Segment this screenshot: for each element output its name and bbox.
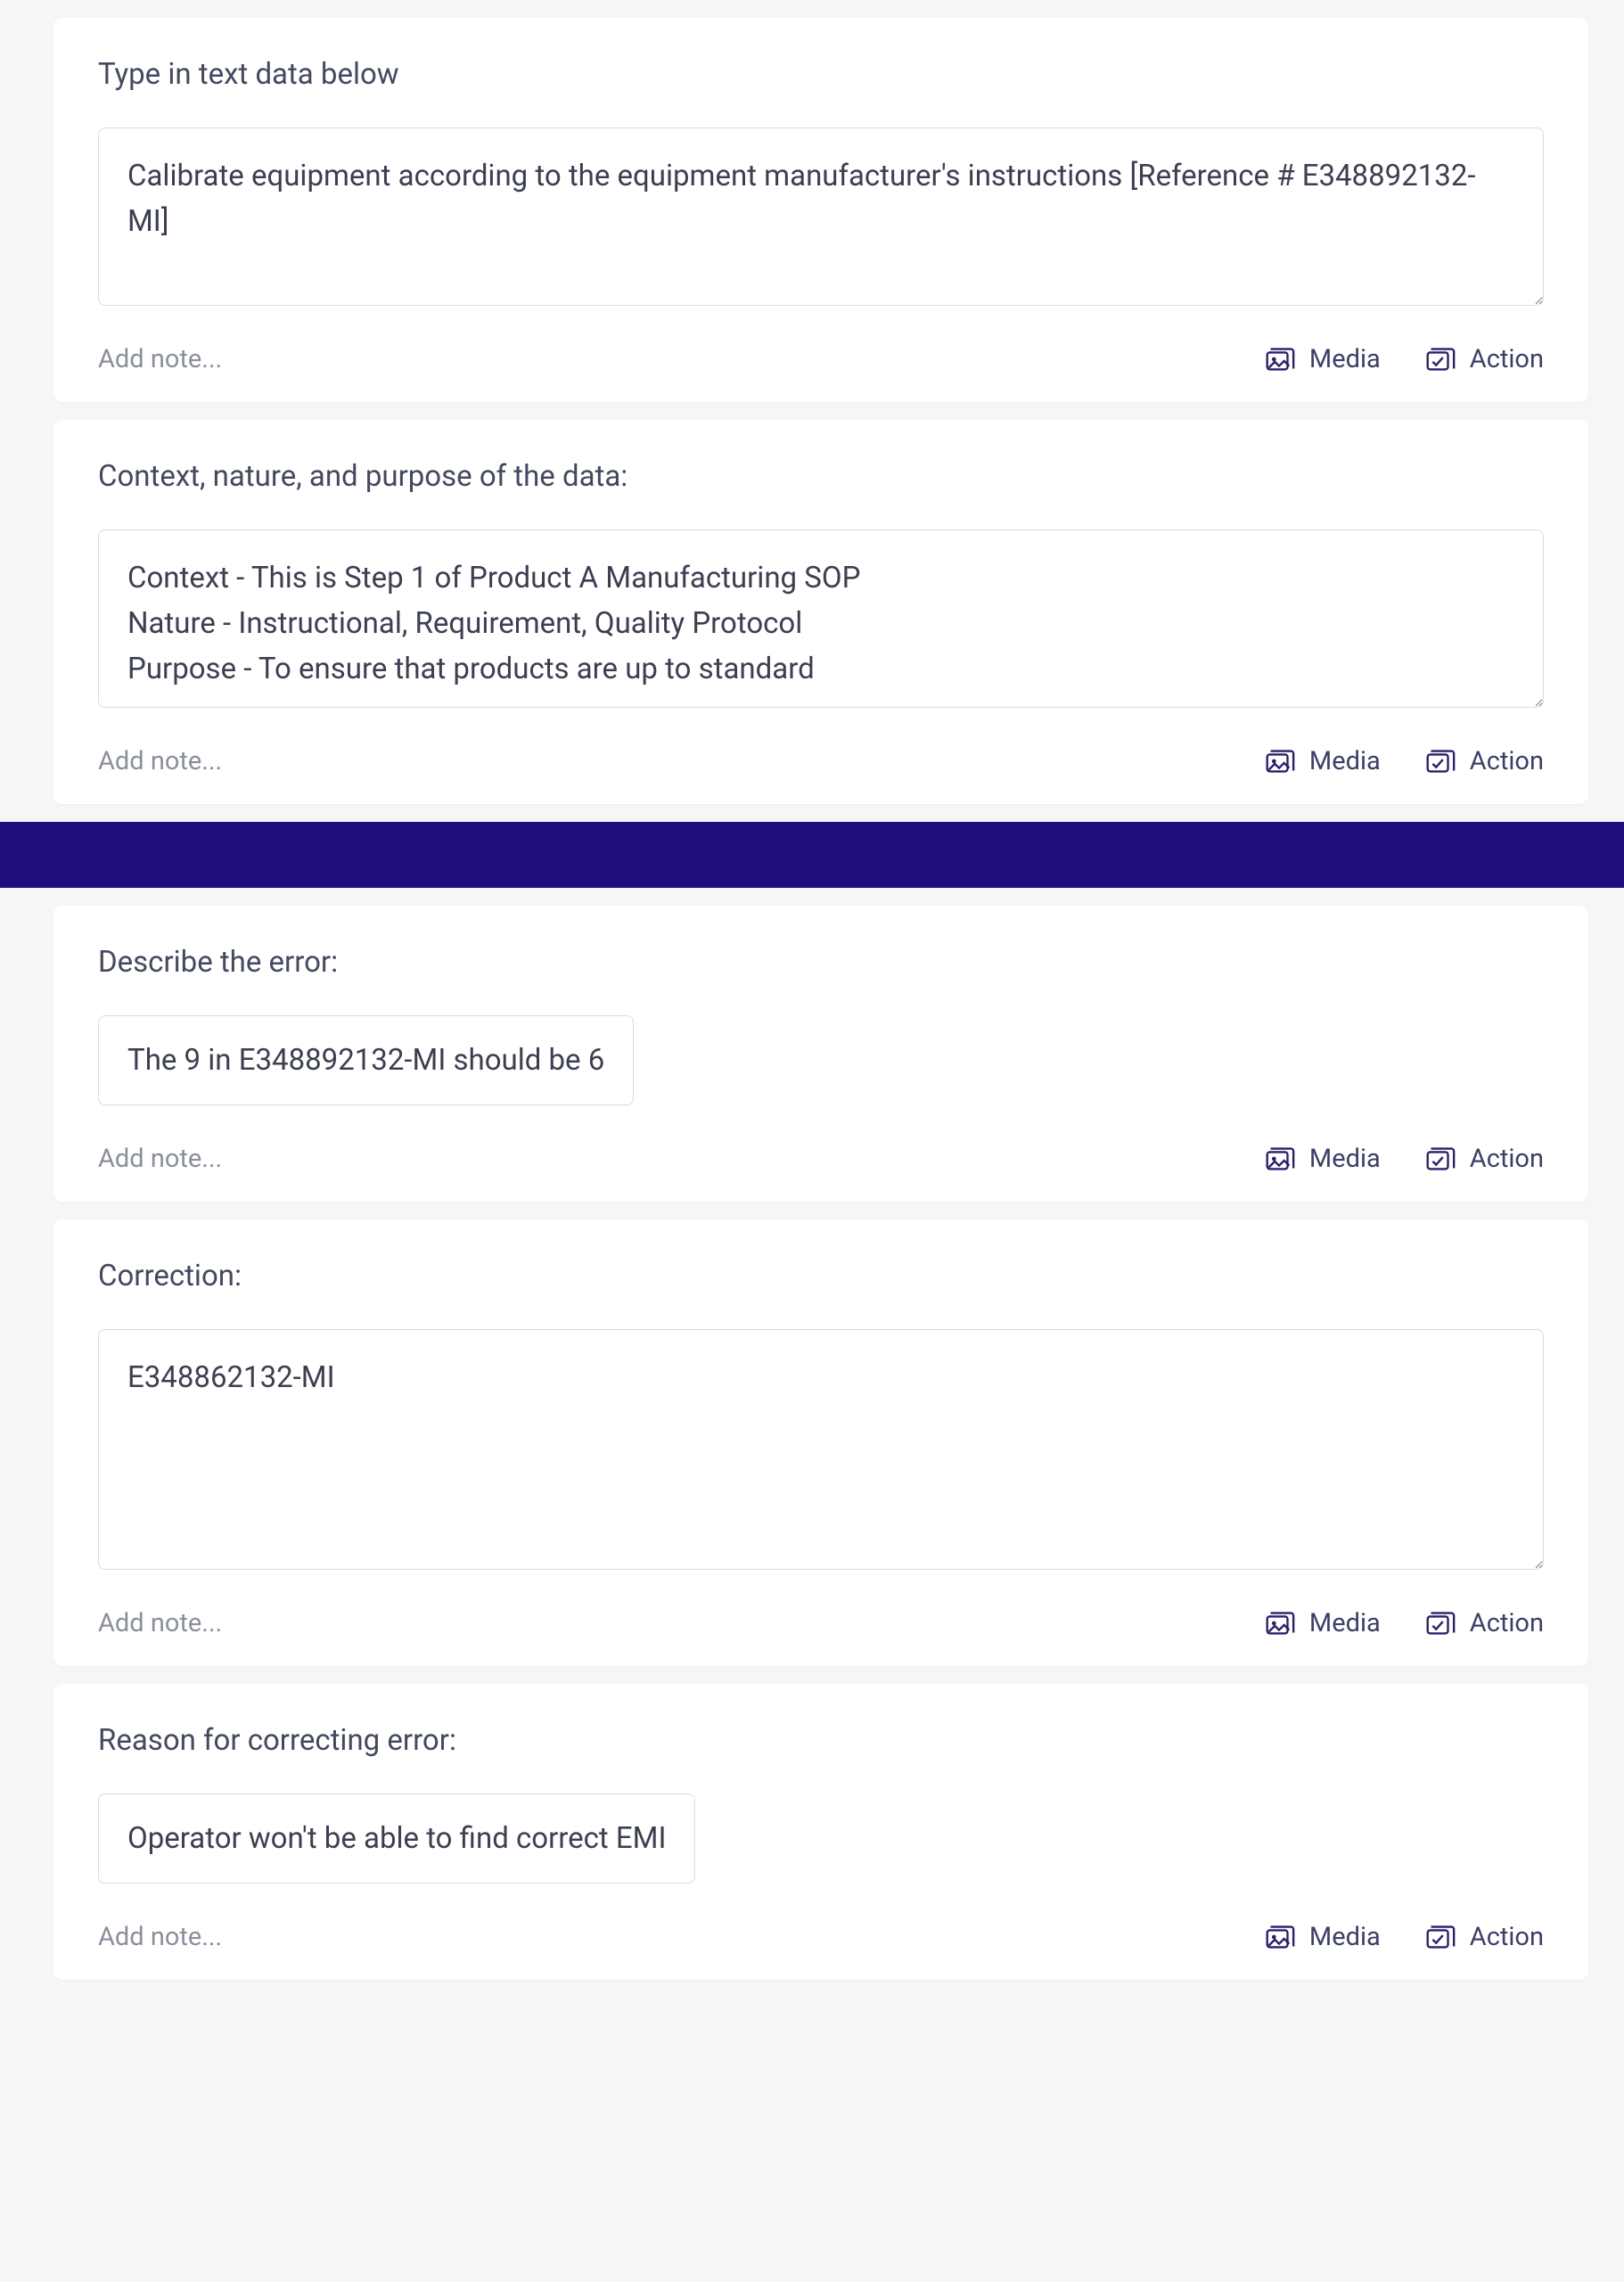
card-label: Type in text data below <box>98 57 1544 92</box>
add-note-link[interactable]: Add note... <box>98 1922 222 1952</box>
media-button[interactable]: Media <box>1261 1605 1381 1641</box>
describe-error-input[interactable]: The 9 in E348892132-MI should be 6 <box>98 1015 634 1105</box>
check-stack-icon <box>1422 1919 1457 1955</box>
media-button[interactable]: Media <box>1261 341 1381 377</box>
action-label: Action <box>1470 1144 1544 1174</box>
media-button[interactable]: Media <box>1261 1919 1381 1955</box>
action-button[interactable]: Action <box>1422 341 1544 377</box>
action-button[interactable]: Action <box>1422 1919 1544 1955</box>
reason-input[interactable]: Operator won't be able to find correct E… <box>98 1794 695 1884</box>
card-describe-error: Describe the error: The 9 in E348892132-… <box>53 906 1588 1202</box>
card-reason: Reason for correcting error: Operator wo… <box>53 1684 1588 1980</box>
media-label: Media <box>1309 1922 1381 1952</box>
card-footer: Add note... Media <box>98 1141 1544 1177</box>
card-footer: Add note... Media <box>98 1605 1544 1641</box>
card-label: Describe the error: <box>98 945 1544 980</box>
media-stack-icon <box>1261 1919 1297 1955</box>
media-stack-icon <box>1261 341 1297 377</box>
section-divider-band <box>0 822 1624 888</box>
card-label: Reason for correcting error: <box>98 1723 1544 1758</box>
check-stack-icon <box>1422 1605 1457 1641</box>
card-footer: Add note... Media <box>98 341 1544 377</box>
action-button[interactable]: Action <box>1422 1605 1544 1641</box>
card-footer: Add note... Media <box>98 743 1544 779</box>
media-stack-icon <box>1261 1141 1297 1177</box>
media-stack-icon <box>1261 743 1297 779</box>
media-button[interactable]: Media <box>1261 743 1381 779</box>
card-footer: Add note... Media <box>98 1919 1544 1955</box>
section-group-bottom: Describe the error: The 9 in E348892132-… <box>0 906 1624 1980</box>
action-label: Action <box>1470 1922 1544 1952</box>
card-label: Correction: <box>98 1259 1544 1293</box>
action-button[interactable]: Action <box>1422 1141 1544 1177</box>
footer-actions: Media Action <box>1261 341 1544 377</box>
media-label: Media <box>1309 1608 1381 1638</box>
card-text-data: Type in text data below Calibrate equipm… <box>53 18 1588 402</box>
card-correction: Correction: E348862132-MI Add note... <box>53 1219 1588 1666</box>
media-button[interactable]: Media <box>1261 1141 1381 1177</box>
card-label: Context, nature, and purpose of the data… <box>98 459 1544 494</box>
check-stack-icon <box>1422 743 1457 779</box>
add-note-link[interactable]: Add note... <box>98 746 222 776</box>
check-stack-icon <box>1422 341 1457 377</box>
check-stack-icon <box>1422 1141 1457 1177</box>
footer-actions: Media Action <box>1261 1605 1544 1641</box>
action-label: Action <box>1470 1608 1544 1638</box>
media-stack-icon <box>1261 1605 1297 1641</box>
text-data-input[interactable]: Calibrate equipment according to the equ… <box>98 127 1544 306</box>
media-label: Media <box>1309 344 1381 374</box>
footer-actions: Media Action <box>1261 1141 1544 1177</box>
context-input[interactable]: Context - This is Step 1 of Product A Ma… <box>98 529 1544 708</box>
action-label: Action <box>1470 344 1544 374</box>
media-label: Media <box>1309 746 1381 776</box>
add-note-link[interactable]: Add note... <box>98 1608 222 1638</box>
section-group-top: Type in text data below Calibrate equipm… <box>0 18 1624 804</box>
footer-actions: Media Action <box>1261 1919 1544 1955</box>
add-note-link[interactable]: Add note... <box>98 344 222 374</box>
footer-actions: Media Action <box>1261 743 1544 779</box>
action-label: Action <box>1470 746 1544 776</box>
add-note-link[interactable]: Add note... <box>98 1144 222 1174</box>
card-context: Context, nature, and purpose of the data… <box>53 420 1588 804</box>
action-button[interactable]: Action <box>1422 743 1544 779</box>
media-label: Media <box>1309 1144 1381 1174</box>
correction-input[interactable]: E348862132-MI <box>98 1329 1544 1570</box>
